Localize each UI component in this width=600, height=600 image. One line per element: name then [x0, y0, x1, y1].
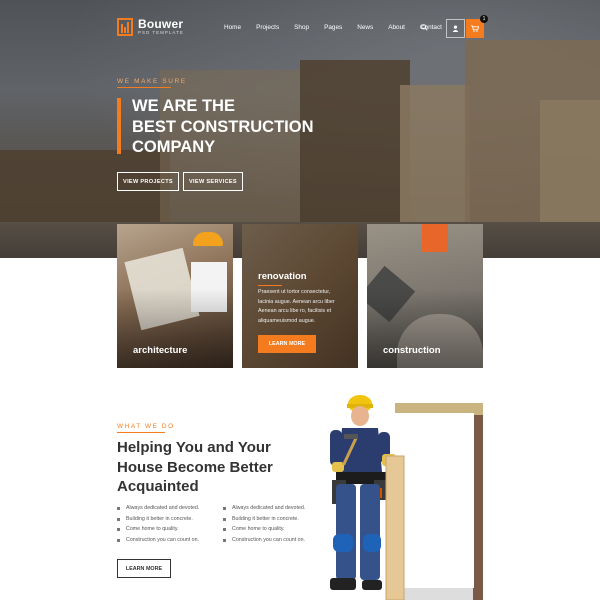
list-item: Building it better in concrete.	[117, 516, 199, 527]
description-line: Praesent ut tortor consectetur,	[258, 289, 331, 295]
section-eyebrow: WHAT WE DO	[117, 423, 175, 430]
service-card-architecture[interactable]: architecture	[117, 224, 233, 368]
card-title: renovation	[258, 271, 307, 282]
logo[interactable]: Bouwer PSD TEMPLATE	[117, 18, 184, 36]
divider	[258, 285, 282, 286]
nav-home[interactable]: Home	[224, 24, 241, 31]
card-title: construction	[383, 345, 441, 356]
user-icon	[452, 25, 459, 32]
hero-title-line: BEST CONSTRUCTION	[132, 117, 314, 136]
photo-strip	[473, 415, 483, 600]
list-item: Construction you can count on.	[223, 537, 305, 548]
feature-list-right: Always dedicated and devoted. Building i…	[223, 505, 305, 547]
hero-section: Bouwer PSD TEMPLATE Home Projects Shop P…	[0, 0, 600, 258]
learn-more-button[interactable]: LEARN MORE	[117, 559, 171, 578]
hero-title: WE ARE THE BEST CONSTRUCTION COMPANY	[132, 96, 314, 158]
service-card-renovation[interactable]: renovation Praesent ut tortor consectetu…	[242, 224, 358, 368]
list-item: Always dedicated and devoted.	[223, 505, 305, 516]
logo-icon	[117, 18, 133, 36]
feature-list-left: Always dedicated and devoted. Building i…	[117, 505, 199, 547]
list-item: Always dedicated and devoted.	[117, 505, 199, 516]
list-item: Building it better in concrete.	[223, 516, 305, 527]
cart-icon	[471, 25, 479, 32]
divider	[117, 432, 165, 433]
hero-title-line: COMPANY	[132, 138, 216, 156]
hero-title-line: WE ARE THE	[132, 97, 235, 115]
description-line: lacinia augue. Aenean arcu liber	[258, 298, 335, 305]
account-button[interactable]	[446, 19, 465, 38]
search-icon[interactable]	[421, 24, 428, 31]
section-title-line: Helping You and Your	[117, 439, 271, 456]
accent-bar	[117, 98, 121, 154]
section-title-line: Acquainted	[117, 478, 199, 495]
learn-more-button[interactable]: LEARN MORE	[258, 335, 316, 353]
view-services-button[interactable]: VIEW SERVICES	[183, 172, 243, 191]
cart-count-badge: 1	[480, 15, 488, 23]
description-line: aliquameuismod augue.	[258, 317, 316, 324]
card-title: architecture	[133, 345, 188, 356]
section-title-line: House Become Better	[117, 458, 273, 476]
top-navigation: Bouwer PSD TEMPLATE Home Projects Shop P…	[0, 15, 600, 42]
logo-name: Bouwer	[138, 17, 184, 32]
worker-illustration	[330, 395, 405, 600]
nav-projects[interactable]: Projects	[256, 24, 279, 31]
divider	[117, 87, 171, 88]
list-item: Come home to quality.	[223, 526, 305, 537]
view-projects-button[interactable]: VIEW PROJECTS	[117, 172, 179, 191]
card-description: Praesent ut tortor consectetur, lacinia …	[258, 288, 348, 326]
list-item: Construction you can count on.	[117, 537, 199, 548]
hero-eyebrow: WE MAKE SURE	[117, 78, 187, 85]
logo-subtitle: PSD TEMPLATE	[138, 30, 184, 36]
list-item: Come home to quality.	[117, 526, 199, 537]
section-title: Helping You and Your House Become Better…	[117, 438, 317, 497]
service-card-construction[interactable]: construction	[367, 224, 483, 368]
nav-news[interactable]: News	[357, 24, 373, 31]
description-line: Aenean arcu libe ro, facilisis et	[258, 308, 332, 314]
nav-about[interactable]: About	[388, 24, 405, 31]
nav-shop[interactable]: Shop	[294, 24, 309, 31]
nav-pages[interactable]: Pages	[324, 24, 342, 31]
